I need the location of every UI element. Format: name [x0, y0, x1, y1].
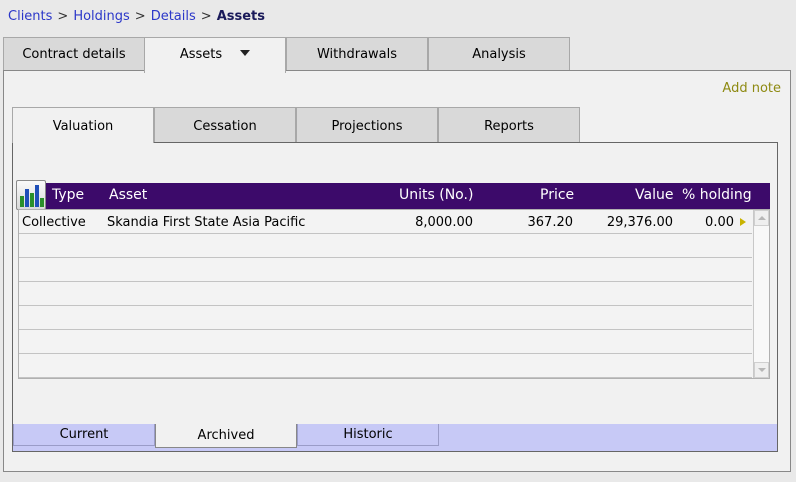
tab-label: Cessation	[193, 119, 257, 134]
tab-analysis[interactable]: Analysis	[428, 37, 570, 71]
column-value[interactable]: Value	[635, 187, 673, 203]
breadcrumb-current: Assets	[216, 9, 265, 24]
scroll-down-icon[interactable]	[754, 362, 769, 378]
grid-header: Type Asset Units (No.) Price Value % hol…	[16, 180, 770, 210]
tab-archived[interactable]: Archived	[155, 424, 297, 448]
tab-contract-details[interactable]: Contract details	[3, 37, 145, 71]
assets-panel: Add note Valuation Cessation Projections…	[3, 70, 791, 472]
empty-row	[19, 330, 752, 354]
column-type[interactable]: Type	[52, 187, 84, 203]
empty-row	[19, 282, 752, 306]
tab-label: Archived	[197, 428, 255, 443]
caret-down-icon[interactable]	[240, 49, 251, 56]
breadcrumb-separator: >	[200, 9, 212, 24]
asset-grid[interactable]: Collective Skandia First State Asia Paci…	[18, 209, 770, 379]
bottom-tab-bar: Current Archived Historic	[13, 424, 777, 451]
breadcrumb-separator: >	[134, 9, 146, 24]
tab-label: Withdrawals	[316, 47, 398, 62]
bar-chart-icon[interactable]	[16, 180, 46, 210]
empty-row	[19, 258, 752, 282]
tab-label: Current	[59, 427, 109, 442]
column-asset[interactable]: Asset	[109, 187, 147, 203]
tab-label: Projections	[331, 119, 403, 134]
tab-label: Reports	[484, 119, 534, 134]
cell-type: Collective	[22, 215, 86, 230]
tab-label: Assets	[179, 47, 223, 62]
breadcrumb-separator: >	[57, 9, 69, 24]
cell-price: 367.20	[527, 215, 574, 230]
tab-historic[interactable]: Historic	[297, 424, 439, 446]
empty-row	[19, 306, 752, 330]
tab-label: Valuation	[52, 119, 114, 134]
tab-valuation[interactable]: Valuation	[12, 107, 154, 143]
breadcrumb-clients[interactable]: Clients	[8, 9, 52, 24]
tab-label: Contract details	[22, 47, 126, 62]
breadcrumb: Clients > Holdings > Details > Assets	[8, 9, 265, 24]
column-units[interactable]: Units (No.)	[399, 187, 473, 203]
table-row[interactable]: Collective Skandia First State Asia Paci…	[19, 210, 752, 234]
vertical-scrollbar[interactable]	[753, 210, 769, 378]
tab-projections[interactable]: Projections	[296, 107, 438, 143]
column-holding[interactable]: % holding	[682, 187, 752, 203]
empty-row	[19, 234, 752, 258]
cell-units: 8,000.00	[415, 215, 473, 230]
tab-withdrawals[interactable]: Withdrawals	[286, 37, 428, 71]
expand-arrow-icon[interactable]	[740, 218, 746, 226]
cell-holding: 0.00	[705, 215, 734, 230]
breadcrumb-details[interactable]: Details	[151, 9, 196, 24]
add-note-link[interactable]: Add note	[722, 81, 781, 96]
tab-current[interactable]: Current	[13, 424, 155, 446]
cell-value: 29,376.00	[606, 215, 673, 230]
tab-assets[interactable]: Assets	[144, 37, 286, 73]
tab-label: Analysis	[472, 47, 526, 62]
tab-reports[interactable]: Reports	[438, 107, 580, 143]
empty-row	[19, 354, 752, 378]
breadcrumb-holdings[interactable]: Holdings	[73, 9, 129, 24]
column-price[interactable]: Price	[540, 187, 574, 203]
tab-cessation[interactable]: Cessation	[154, 107, 296, 143]
cell-asset: Skandia First State Asia Pacific	[107, 215, 306, 230]
valuation-panel: Type Asset Units (No.) Price Value % hol…	[12, 142, 778, 452]
scroll-up-icon[interactable]	[754, 210, 769, 226]
tab-label: Historic	[343, 427, 393, 442]
